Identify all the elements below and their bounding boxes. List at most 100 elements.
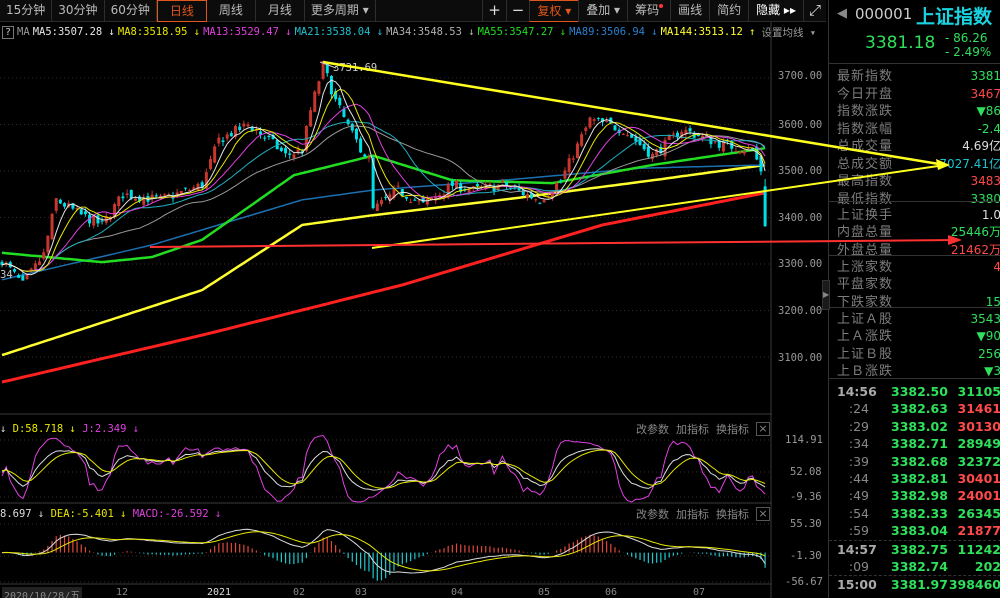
kdj-axis-label: 52.08 (790, 466, 822, 478)
quote-info-row: 总成交额 7027.41亿 (837, 156, 1000, 173)
candle-down (183, 187, 187, 189)
macd-dif-value: 8.697 ↓ (0, 508, 45, 520)
fullscreen-icon[interactable]: ⤢ (802, 0, 826, 22)
tick-row: :39 3382.68 32372 (829, 453, 1000, 470)
quote-info-row: 上证Ａ股 3543 (837, 311, 1000, 328)
kdj-k-line (1, 448, 766, 491)
price-change: - 86.26 (945, 31, 988, 45)
candle-up (542, 200, 546, 203)
macd-dif-line (1, 528, 766, 574)
candle-up (313, 91, 317, 112)
tick-price: 3382.71 (891, 436, 948, 452)
price-axis-label: 3400.00 (778, 212, 823, 224)
candle-up (246, 124, 250, 127)
info-label: 上证换手 (837, 208, 894, 223)
tick-volume: 11242 (957, 541, 1000, 557)
candle-down (559, 180, 563, 182)
close-icon[interactable]: × (756, 422, 770, 436)
tick-price: 3382.74 (891, 559, 948, 574)
candle-down (363, 154, 367, 157)
candle-down (17, 274, 21, 278)
switch-indicator-button[interactable]: 换指标 (716, 506, 749, 522)
quote-info-row: 平盘家数 (837, 276, 1000, 293)
macd-axis-label: -1.30 (790, 550, 822, 562)
candle-down (263, 137, 267, 139)
switch-indicator-button[interactable]: 换指标 (716, 421, 749, 437)
tick-price: 3382.81 (891, 471, 948, 486)
candle-down (121, 196, 125, 199)
info-value: ▼86 (976, 104, 1000, 118)
candle-up (42, 252, 46, 259)
panel-resize-handle[interactable]: ▶ (822, 280, 830, 310)
tick-volume: 21877 (957, 523, 1000, 539)
edit-params-button[interactable]: 改参数 (636, 506, 669, 522)
add-indicator-button[interactable]: 加指标 (676, 506, 709, 522)
quote-header: ◀ 000001 上证指数 3381.18 - 86.26 - 2.49% (829, 0, 1000, 64)
close-icon[interactable]: × (756, 507, 770, 521)
info-value: 25446万 (950, 225, 1000, 239)
quote-info-row: 内盘总量 25446万 (837, 224, 1000, 241)
info-label: 平盘家数 (837, 277, 894, 292)
candle-down (475, 183, 479, 187)
candle-up (567, 158, 571, 172)
candle-up (379, 200, 383, 205)
candle-up (575, 143, 579, 159)
candle-down (688, 128, 692, 132)
date-axis-cursor-label: 2020/10/28/五 (2, 587, 83, 598)
tick-row: :29 3383.02 30130 (829, 418, 1000, 435)
info-value: ▼90 (976, 329, 1000, 343)
tick-row: 14:57 3382.75 11242 (829, 541, 1000, 558)
kdj-panel-buttons: 改参数 加指标 换指标 × (636, 421, 770, 437)
add-indicator-button[interactable]: 加指标 (676, 421, 709, 437)
candle-up (742, 151, 746, 154)
candle-down (538, 202, 542, 204)
quote-info-row: 上涨家数 4 (837, 259, 1000, 276)
candle-up (671, 133, 675, 135)
date-axis-label: 12 (116, 587, 129, 598)
info-value: 4 (993, 259, 1000, 276)
tick-volume: 30401 (957, 471, 1000, 486)
tick-volume: 30130 (957, 418, 1000, 434)
date-axis-label: 05 (538, 587, 551, 598)
tick-time: :39 (848, 453, 869, 469)
candle-down (450, 180, 454, 186)
price-axis-label: 3300.00 (778, 258, 823, 270)
date-axis-label: 03 (355, 587, 368, 598)
edit-params-button[interactable]: 改参数 (636, 421, 669, 437)
tick-volume: 28949 (957, 436, 1000, 452)
date-axis-label: 04 (451, 587, 464, 598)
candle-down (354, 128, 358, 140)
macd-value: MACD:-26.592 ↓ (132, 508, 222, 520)
tick-row: 15:00 3381.97 398460 (829, 576, 1000, 593)
tick-time: :54 (848, 505, 869, 521)
info-value: 1.0 (981, 208, 1000, 222)
tick-time: 14:57 (837, 541, 877, 557)
quote-info-row: 指数涨跌 ▼86 (837, 103, 1000, 120)
tick-price: 3382.75 (891, 541, 948, 557)
candle-up (563, 170, 567, 179)
candle-down (404, 196, 408, 199)
candle-up (54, 198, 58, 211)
candle-down (613, 125, 617, 131)
candle-down (596, 117, 600, 119)
info-label: 今日开盘 (837, 87, 894, 102)
tick-row: :09 3382.74 202 (829, 558, 1000, 575)
quote-info-row: 总成交量 4.69亿 (837, 138, 1000, 155)
kdj-j-line (1, 434, 766, 503)
candle-down (288, 153, 292, 155)
candle-up (188, 189, 192, 191)
macd-header: 8.697 ↓ DEA:-5.401 ↓ MACD:-26.592 ↓ (0, 508, 221, 520)
collapse-left-icon[interactable]: ◀ (837, 6, 847, 21)
info-label: 上Ｂ涨跌 (837, 364, 894, 379)
date-axis-label: 2021 (207, 587, 232, 598)
candle-up (242, 123, 246, 127)
candle-up (738, 151, 742, 154)
candle-up (605, 121, 609, 123)
candle-up (163, 194, 167, 196)
tick-row: :34 3382.71 28949 (829, 435, 1000, 452)
tick-row: :44 3382.81 30401 (829, 470, 1000, 487)
date-axis-label: 06 (605, 587, 618, 598)
candle-down (238, 126, 242, 130)
candle-down (284, 148, 288, 154)
kdj-axis-label: -9.36 (790, 491, 822, 503)
